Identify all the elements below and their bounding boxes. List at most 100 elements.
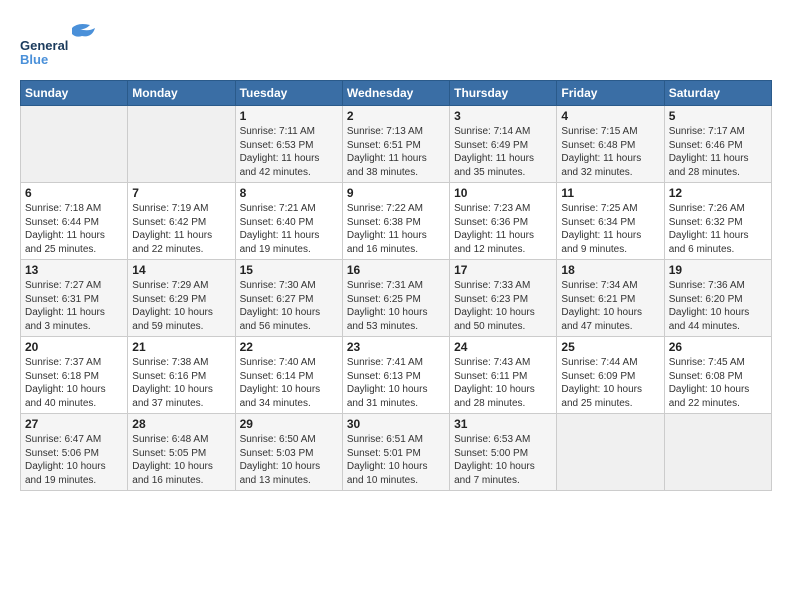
day-info: Sunrise: 7:37 AM Sunset: 6:18 PM Dayligh… bbox=[25, 356, 123, 410]
calendar-cell: 30 Sunrise: 6:51 AM Sunset: 5:01 PM Dayli… bbox=[342, 414, 449, 491]
day-info: Sunrise: 7:33 AM Sunset: 6:23 PM Dayligh… bbox=[454, 279, 552, 333]
weekday-header: Tuesday bbox=[235, 81, 342, 106]
day-info: Sunrise: 7:31 AM Sunset: 6:25 PM Dayligh… bbox=[347, 279, 445, 333]
calendar-cell: 8Sunrise: 7:21 AM Sunset: 6:40 PM Daylig… bbox=[235, 183, 342, 260]
day-number: 14 bbox=[132, 263, 230, 277]
day-info: Sunrise: 7:25 AM Sunset: 6:34 PM Dayligh… bbox=[561, 202, 659, 256]
day-info: Sunrise: 7:23 AM Sunset: 6:36 PM Dayligh… bbox=[454, 202, 552, 256]
page-header: General Blue bbox=[20, 20, 772, 70]
day-info: Sunrise: 7:11 AM Sunset: 6:53 PM Dayligh… bbox=[240, 125, 338, 179]
calendar-week: 27 Sunrise: 6:47 AM Sunset: 5:06 PM Dayli… bbox=[21, 414, 772, 491]
day-info: Sunrise: 6:51 AM Sunset: 5:01 PM Dayligh… bbox=[347, 433, 445, 487]
day-number: 3 bbox=[454, 109, 552, 123]
day-number: 17 bbox=[454, 263, 552, 277]
calendar-cell: 19Sunrise: 7:36 AM Sunset: 6:20 PM Dayli… bbox=[664, 260, 771, 337]
day-number: 6 bbox=[25, 186, 123, 200]
day-info: Sunrise: 7:19 AM Sunset: 6:42 PM Dayligh… bbox=[132, 202, 230, 256]
day-info: Sunrise: 7:45 AM Sunset: 6:08 PM Dayligh… bbox=[669, 356, 767, 410]
svg-text:Blue: Blue bbox=[20, 52, 48, 67]
weekday-header: Thursday bbox=[450, 81, 557, 106]
calendar-cell: 15 Sunrise: 7:30 AM Sunset: 6:27 PM Dayli… bbox=[235, 260, 342, 337]
calendar-cell bbox=[128, 106, 235, 183]
day-info: Sunrise: 6:47 AM Sunset: 5:06 PM Dayligh… bbox=[25, 433, 123, 487]
day-info: Sunrise: 6:48 AM Sunset: 5:05 PM Dayligh… bbox=[132, 433, 230, 487]
calendar-cell: 23Sunrise: 7:41 AM Sunset: 6:13 PM Dayli… bbox=[342, 337, 449, 414]
weekday-header: Wednesday bbox=[342, 81, 449, 106]
calendar-table: SundayMondayTuesdayWednesdayThursdayFrid… bbox=[20, 80, 772, 491]
day-number: 24 bbox=[454, 340, 552, 354]
day-info: Sunrise: 7:17 AM Sunset: 6:46 PM Dayligh… bbox=[669, 125, 767, 179]
day-info: Sunrise: 6:53 AM Sunset: 5:00 PM Dayligh… bbox=[454, 433, 552, 487]
day-number: 31 bbox=[454, 417, 552, 431]
day-number: 10 bbox=[454, 186, 552, 200]
day-info: Sunrise: 7:34 AM Sunset: 6:21 PM Dayligh… bbox=[561, 279, 659, 333]
day-number: 15 bbox=[240, 263, 338, 277]
day-number: 16 bbox=[347, 263, 445, 277]
svg-text:General: General bbox=[20, 38, 68, 53]
day-number: 5 bbox=[669, 109, 767, 123]
weekday-header: Sunday bbox=[21, 81, 128, 106]
logo-svg: General Blue bbox=[20, 20, 110, 70]
day-info: Sunrise: 7:15 AM Sunset: 6:48 PM Dayligh… bbox=[561, 125, 659, 179]
calendar-cell: 18 Sunrise: 7:34 AM Sunset: 6:21 PM Dayli… bbox=[557, 260, 664, 337]
day-number: 4 bbox=[561, 109, 659, 123]
day-info: Sunrise: 7:38 AM Sunset: 6:16 PM Dayligh… bbox=[132, 356, 230, 410]
calendar-cell bbox=[21, 106, 128, 183]
day-info: Sunrise: 7:29 AM Sunset: 6:29 PM Dayligh… bbox=[132, 279, 230, 333]
day-info: Sunrise: 6:50 AM Sunset: 5:03 PM Dayligh… bbox=[240, 433, 338, 487]
calendar-cell: 16 Sunrise: 7:31 AM Sunset: 6:25 PM Dayli… bbox=[342, 260, 449, 337]
calendar-cell: 13 Sunrise: 7:27 AM Sunset: 6:31 PM Dayli… bbox=[21, 260, 128, 337]
calendar-cell: 9 Sunrise: 7:22 AM Sunset: 6:38 PM Daylig… bbox=[342, 183, 449, 260]
calendar-cell: 31 Sunrise: 6:53 AM Sunset: 5:00 PM Dayli… bbox=[450, 414, 557, 491]
day-number: 18 bbox=[561, 263, 659, 277]
day-number: 2 bbox=[347, 109, 445, 123]
day-number: 19 bbox=[669, 263, 767, 277]
calendar-cell: 22Sunrise: 7:40 AM Sunset: 6:14 PM Dayli… bbox=[235, 337, 342, 414]
day-number: 12 bbox=[669, 186, 767, 200]
calendar-cell: 14 Sunrise: 7:29 AM Sunset: 6:29 PM Dayli… bbox=[128, 260, 235, 337]
day-info: Sunrise: 7:43 AM Sunset: 6:11 PM Dayligh… bbox=[454, 356, 552, 410]
calendar-cell: 27 Sunrise: 6:47 AM Sunset: 5:06 PM Dayli… bbox=[21, 414, 128, 491]
day-info: Sunrise: 7:22 AM Sunset: 6:38 PM Dayligh… bbox=[347, 202, 445, 256]
day-number: 11 bbox=[561, 186, 659, 200]
weekday-header: Friday bbox=[557, 81, 664, 106]
calendar-week: 6Sunrise: 7:18 AM Sunset: 6:44 PM Daylig… bbox=[21, 183, 772, 260]
day-number: 30 bbox=[347, 417, 445, 431]
calendar-cell: 17 Sunrise: 7:33 AM Sunset: 6:23 PM Dayli… bbox=[450, 260, 557, 337]
calendar-cell: 29 Sunrise: 6:50 AM Sunset: 5:03 PM Dayli… bbox=[235, 414, 342, 491]
day-number: 21 bbox=[132, 340, 230, 354]
calendar-cell: 12 Sunrise: 7:26 AM Sunset: 6:32 PM Dayli… bbox=[664, 183, 771, 260]
calendar-cell: 28Sunrise: 6:48 AM Sunset: 5:05 PM Dayli… bbox=[128, 414, 235, 491]
day-info: Sunrise: 7:14 AM Sunset: 6:49 PM Dayligh… bbox=[454, 125, 552, 179]
calendar-cell: 25 Sunrise: 7:44 AM Sunset: 6:09 PM Dayli… bbox=[557, 337, 664, 414]
day-number: 7 bbox=[132, 186, 230, 200]
day-number: 27 bbox=[25, 417, 123, 431]
calendar-cell: 5 Sunrise: 7:17 AM Sunset: 6:46 PM Daylig… bbox=[664, 106, 771, 183]
calendar-cell: 21 Sunrise: 7:38 AM Sunset: 6:16 PM Dayli… bbox=[128, 337, 235, 414]
day-number: 22 bbox=[240, 340, 338, 354]
calendar-cell: 10 Sunrise: 7:23 AM Sunset: 6:36 PM Dayli… bbox=[450, 183, 557, 260]
day-number: 1 bbox=[240, 109, 338, 123]
day-info: Sunrise: 7:13 AM Sunset: 6:51 PM Dayligh… bbox=[347, 125, 445, 179]
day-info: Sunrise: 7:27 AM Sunset: 6:31 PM Dayligh… bbox=[25, 279, 123, 333]
day-number: 29 bbox=[240, 417, 338, 431]
calendar-week: 20Sunrise: 7:37 AM Sunset: 6:18 PM Dayli… bbox=[21, 337, 772, 414]
day-number: 13 bbox=[25, 263, 123, 277]
day-info: Sunrise: 7:26 AM Sunset: 6:32 PM Dayligh… bbox=[669, 202, 767, 256]
weekday-header: Saturday bbox=[664, 81, 771, 106]
calendar-cell: 24 Sunrise: 7:43 AM Sunset: 6:11 PM Dayli… bbox=[450, 337, 557, 414]
calendar-cell: 20Sunrise: 7:37 AM Sunset: 6:18 PM Dayli… bbox=[21, 337, 128, 414]
day-info: Sunrise: 7:44 AM Sunset: 6:09 PM Dayligh… bbox=[561, 356, 659, 410]
day-number: 26 bbox=[669, 340, 767, 354]
day-number: 25 bbox=[561, 340, 659, 354]
calendar-header: SundayMondayTuesdayWednesdayThursdayFrid… bbox=[21, 81, 772, 106]
calendar-cell bbox=[664, 414, 771, 491]
calendar-cell: 1 Sunrise: 7:11 AM Sunset: 6:53 PM Daylig… bbox=[235, 106, 342, 183]
day-info: Sunrise: 7:30 AM Sunset: 6:27 PM Dayligh… bbox=[240, 279, 338, 333]
calendar-cell: 26 Sunrise: 7:45 AM Sunset: 6:08 PM Dayli… bbox=[664, 337, 771, 414]
day-info: Sunrise: 7:41 AM Sunset: 6:13 PM Dayligh… bbox=[347, 356, 445, 410]
calendar-cell: 2 Sunrise: 7:13 AM Sunset: 6:51 PM Daylig… bbox=[342, 106, 449, 183]
day-number: 8 bbox=[240, 186, 338, 200]
day-number: 9 bbox=[347, 186, 445, 200]
logo: General Blue bbox=[20, 20, 110, 70]
